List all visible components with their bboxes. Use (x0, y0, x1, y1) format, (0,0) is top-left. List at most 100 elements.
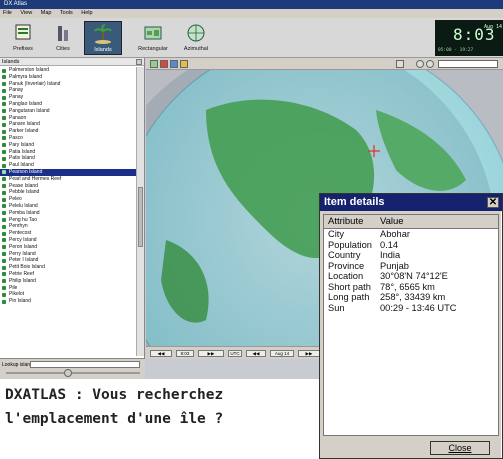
clock-date: Aug 14 (483, 24, 502, 30)
utc-label: UTC (228, 350, 242, 357)
list-item[interactable]: Pary Island (0, 142, 137, 149)
list-item[interactable]: Petit Bois Island (0, 264, 137, 271)
details-row: Province Punjab (324, 261, 498, 272)
lookup-input[interactable] (30, 361, 140, 368)
list-item[interactable]: Panuk (Inverlair) Island (0, 81, 137, 88)
attribute-column-header[interactable]: Attribute (328, 215, 363, 229)
toolbar: Prefixes Cities Islands Rectangular Azim… (0, 18, 503, 58)
list-item[interactable]: Patia Island (0, 149, 137, 156)
cities-button[interactable]: Cities (44, 21, 82, 55)
list-item[interactable]: Pangutaran Island (0, 108, 137, 115)
menu-help[interactable]: Help (81, 10, 92, 16)
list-item[interactable]: Petrie Reef (0, 271, 137, 278)
attribute-value: Abohar (380, 229, 410, 239)
close-icon[interactable]: ✕ (487, 197, 499, 208)
time-step-button[interactable]: ▶▶ (198, 350, 224, 357)
caption-text: DXATLAS : Vous recherchez l'emplacement … (5, 387, 224, 427)
rectangular-button[interactable]: Rectangular (132, 21, 174, 55)
list-item[interactable]: Percy Island (0, 237, 137, 244)
list-item[interactable]: Palmerston Island (0, 67, 137, 74)
list-item[interactable]: Philip Island (0, 278, 137, 285)
list-item[interactable]: Palmyra Island (0, 74, 137, 81)
list-item[interactable]: Pelelu Island (0, 203, 137, 210)
list-item[interactable]: Pearl and Hermes Reef (0, 176, 137, 183)
list-item[interactable]: Panay (0, 94, 137, 101)
moon-icon[interactable] (180, 60, 188, 68)
list-item[interactable]: Parker Island (0, 128, 137, 135)
menu-bar: File View Map Tools Help (0, 9, 503, 18)
next-date-button[interactable]: ▶▶ (298, 350, 320, 357)
azimuthal-button[interactable]: Azimuthal (176, 21, 216, 55)
details-header: Attribute Value (324, 215, 498, 229)
title-bar: DX Atlas (0, 0, 503, 9)
details-row: Short path 78°, 6565 km (324, 282, 498, 293)
list-scrollbar[interactable] (136, 67, 144, 356)
list-item[interactable]: Pentecost (0, 230, 137, 237)
list-item[interactable]: Panay (0, 87, 137, 94)
menu-view[interactable]: View (20, 10, 32, 16)
details-row: Population 0.14 (324, 240, 498, 251)
list-filter-select[interactable]: Islands (0, 58, 144, 66)
menu-tools[interactable]: Tools (60, 10, 73, 16)
list-item[interactable]: Peng hu Tao (0, 217, 137, 224)
details-row: Long path 258°, 33439 km (324, 292, 498, 303)
list-item[interactable]: Pile (0, 285, 137, 292)
prev-date-button[interactable]: ◀◀ (246, 350, 266, 357)
map-toolbar (146, 58, 503, 70)
attribute-name: Province (328, 260, 365, 271)
prev-day-button[interactable]: ◀◀ (150, 350, 172, 357)
prefixes-button[interactable]: Prefixes (4, 21, 42, 55)
azimuthal-icon (187, 24, 205, 42)
zoom-in-icon[interactable] (416, 60, 424, 68)
list-filter-label: Islands (2, 59, 20, 65)
list-item[interactable]: Panare Island (0, 121, 137, 128)
list-item[interactable]: Pearson Island (0, 168, 137, 176)
list-item[interactable]: Panaon (0, 115, 137, 122)
list-item[interactable]: Patis Island (0, 155, 137, 162)
attribute-value: Punjab (380, 260, 409, 271)
chevron-down-icon[interactable] (136, 59, 142, 65)
islands-button[interactable]: Islands (84, 21, 122, 55)
list-item[interactable]: Penrhyn (0, 223, 137, 230)
island-list-pane: Islands Palmerston Island Palmyra Island P… (0, 58, 145, 358)
details-table: Attribute Value City Abohar Population 0.14… (323, 214, 499, 436)
list-item[interactable]: Peter I Island (0, 257, 137, 264)
sun-icon[interactable] (170, 60, 178, 68)
list-item[interactable]: Pease Island (0, 183, 137, 190)
attribute-value: India (380, 250, 401, 260)
grid-icon[interactable] (160, 60, 168, 68)
scrollbar-thumb[interactable] (138, 187, 143, 247)
list-item[interactable]: Peron Island (0, 244, 137, 251)
layer-icon[interactable] (150, 60, 158, 68)
value-column-header[interactable]: Value (380, 215, 404, 229)
zoom-field[interactable] (438, 60, 498, 68)
list-item[interactable]: Paul Island (0, 162, 137, 169)
home-icon[interactable] (396, 60, 404, 68)
list-item[interactable]: Pikelot (0, 291, 137, 298)
list-item[interactable]: Panglao Island (0, 101, 137, 108)
details-row: Location 30°08'N 74°12'E (324, 271, 498, 282)
clock-display: 8:03 Aug 14 05:00 - 19:27 (435, 20, 503, 56)
list-item[interactable]: Pemba Island (0, 210, 137, 217)
island-list: Palmerston Island Palmyra Island Panuk (In… (0, 67, 137, 356)
zoom-slider-track[interactable] (6, 372, 140, 374)
list-item[interactable]: Pin Island (0, 298, 137, 305)
menu-file[interactable]: File (3, 10, 12, 16)
menu-map[interactable]: Map (41, 10, 52, 16)
item-details-dialog: Item details ✕ Attribute Value City Aboha… (319, 193, 503, 459)
attribute-value: 78°, 6565 km (380, 281, 435, 292)
list-item[interactable]: Perry Island (0, 251, 137, 258)
dialog-title: Item details ✕ (320, 194, 502, 211)
attribute-name: Sun (328, 302, 345, 313)
attribute-name: Country (328, 250, 361, 260)
attribute-name: Location (328, 271, 364, 281)
close-button[interactable]: Close (430, 441, 490, 455)
zoom-out-icon[interactable] (426, 60, 434, 68)
attribute-value: 30°08'N 74°12'E (380, 271, 448, 281)
list-item[interactable]: Peleo (0, 196, 137, 203)
list-item[interactable]: Pebble Island (0, 189, 137, 196)
clock-sun-times: 05:00 - 19:27 (438, 48, 474, 53)
list-item[interactable]: Pasco (0, 135, 137, 142)
attribute-name: Short path (328, 281, 371, 292)
zoom-slider-knob[interactable] (64, 369, 72, 377)
